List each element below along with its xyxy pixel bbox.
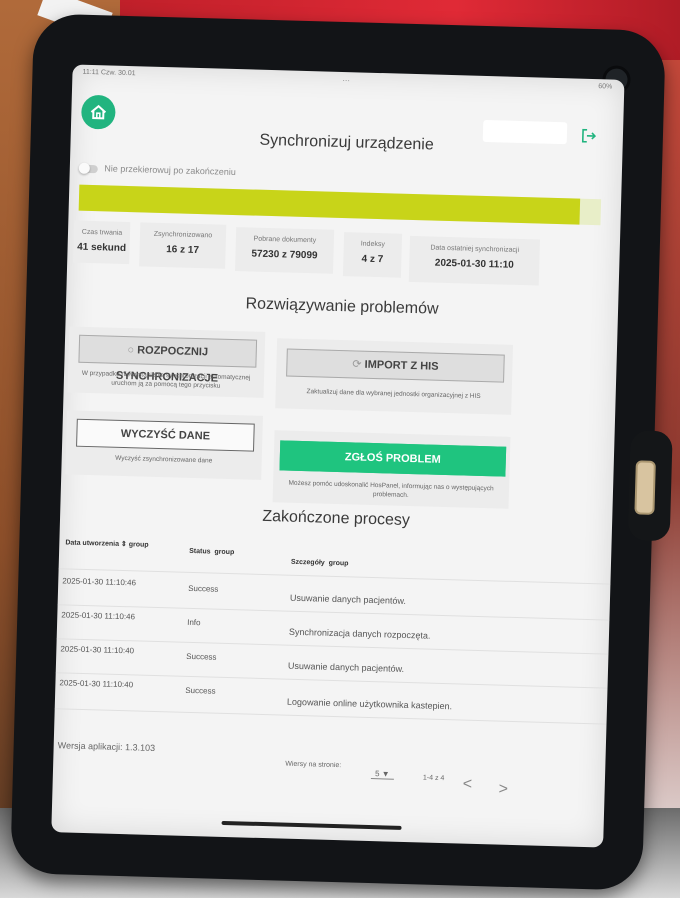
- tablet-case: 11:11 Czw. 30.01 ... 60% Synchronizuj ur…: [10, 13, 673, 891]
- multitask-dots[interactable]: ...: [342, 73, 350, 83]
- tablet-screen: 11:11 Czw. 30.01 ... 60% Synchronizuj ur…: [51, 64, 625, 848]
- table-divider: [57, 604, 610, 621]
- col-status-label: Status: [189, 547, 211, 556]
- chevron-left-icon[interactable]: <: [463, 776, 473, 794]
- stat-label: Zsynchronizowano: [153, 230, 213, 240]
- stat-label: Data ostatniej synchronizacji: [430, 244, 520, 254]
- stat-indexes: Indeksy 4 z 7: [342, 232, 403, 278]
- stat-last-sync: Data ostatniej synchronizacji 2025-01-30…: [408, 235, 541, 286]
- report-problem-button[interactable]: ZGŁOŚ PROBLEM: [279, 440, 507, 477]
- table-row-details: Usuwanie danych pacjentów.: [287, 660, 405, 674]
- stat-value: 16 z 17: [166, 244, 200, 257]
- col-details-group: group: [328, 559, 349, 568]
- col-status-group: group: [214, 548, 235, 557]
- table-row-status: Success: [186, 651, 217, 662]
- sync-progress-fill: [78, 184, 581, 225]
- rows-per-page-label: Wiersy na stronie:: [285, 760, 342, 770]
- clear-data-button[interactable]: WYCZYŚĆ DANE: [76, 418, 255, 452]
- stat-value: 57230 z 79099: [251, 248, 318, 262]
- table-divider: [55, 672, 608, 689]
- stat-value: 4 z 7: [361, 253, 384, 266]
- table-row-details: Synchronizacja danych rozpoczęta.: [288, 626, 431, 641]
- stat-documents: Pobrane dokumenty 57230 z 79099: [235, 227, 335, 274]
- app-version: Wersja aplikacji: 1.3.103: [57, 740, 156, 754]
- sync-progress-bar: [78, 184, 602, 226]
- redirect-toggle[interactable]: [79, 164, 98, 173]
- clear-data-label: WYCZYŚĆ DANE: [120, 427, 211, 443]
- sync-icon: ○: [127, 344, 135, 357]
- redirect-toggle-label: Nie przekierowuj po zakończeniu: [104, 163, 237, 178]
- table-row-date: 2025-01-30 11:10:46: [61, 610, 136, 622]
- col-created-label: Data utworzenia: [65, 539, 120, 548]
- table-divider: [58, 568, 611, 585]
- stat-value: 2025-01-30 11:10: [434, 257, 514, 271]
- stat-label: Czas trwania: [81, 228, 123, 237]
- stat-synced: Zsynchronizowano 16 z 17: [139, 222, 227, 269]
- col-status-header[interactable]: Status group: [189, 548, 234, 556]
- pagination-range: 1-4 z 4: [422, 774, 445, 783]
- table-row-date: 2025-01-30 11:10:40: [59, 678, 134, 690]
- table-row-date: 2025-01-30 11:10:46: [62, 576, 137, 588]
- redirect-toggle-row[interactable]: Nie przekierowuj po zakończeniu: [79, 163, 237, 178]
- table-divider: [56, 638, 609, 655]
- sync-icon: ⟳: [352, 358, 362, 371]
- table-row-date: 2025-01-30 11:10:40: [60, 644, 135, 656]
- home-icon: [90, 104, 107, 120]
- rows-per-page-select[interactable]: 5 ▼: [370, 769, 394, 780]
- status-bar: 11:11 Czw. 30.01 ... 60%: [72, 64, 624, 95]
- stat-value: 41 sekund: [76, 241, 127, 255]
- home-indicator[interactable]: [221, 820, 402, 830]
- processes-title: Zakończone procesy: [262, 507, 411, 530]
- col-created-group: group: [128, 541, 149, 549]
- home-button[interactable]: [80, 94, 116, 130]
- troubleshoot-title: Rozwiązywanie problemów: [245, 295, 439, 318]
- table-row-details: Usuwanie danych pacjentów.: [289, 592, 407, 606]
- tablet-side-button[interactable]: [634, 460, 656, 515]
- rows-per-page-value: 5: [374, 769, 380, 779]
- stat-label: Pobrane dokumenty: [253, 235, 317, 245]
- status-time: 11:11 Czw. 30.01: [82, 68, 136, 78]
- stat-duration: Czas trwania 41 sekund: [73, 220, 131, 265]
- col-created-header[interactable]: Data utworzenia ⇕ group: [65, 538, 148, 548]
- col-details-label: Szczegóły: [290, 558, 325, 567]
- import-his-label: IMPORT Z HIS: [364, 358, 439, 373]
- stat-label: Indeksy: [360, 240, 385, 249]
- col-details-header[interactable]: Szczegóły group: [291, 559, 349, 568]
- table-row-status: Info: [187, 617, 201, 628]
- start-sync-button[interactable]: ○ ROZPOCZNIJ SYNCHRONIZACJE: [78, 334, 258, 385]
- battery-level: 60%: [598, 83, 613, 91]
- table-row-status: Success: [185, 685, 216, 696]
- chevron-down-icon: ▼: [381, 769, 390, 779]
- table-row-details: Logowanie online użytkownika kastepien.: [286, 696, 453, 712]
- table-row-status: Success: [188, 583, 219, 594]
- chevron-right-icon[interactable]: >: [498, 781, 508, 799]
- report-problem-label: ZGŁOŚ PROBLEM: [344, 451, 441, 466]
- sort-icon[interactable]: ⇕: [121, 541, 127, 548]
- table-divider: [54, 708, 607, 725]
